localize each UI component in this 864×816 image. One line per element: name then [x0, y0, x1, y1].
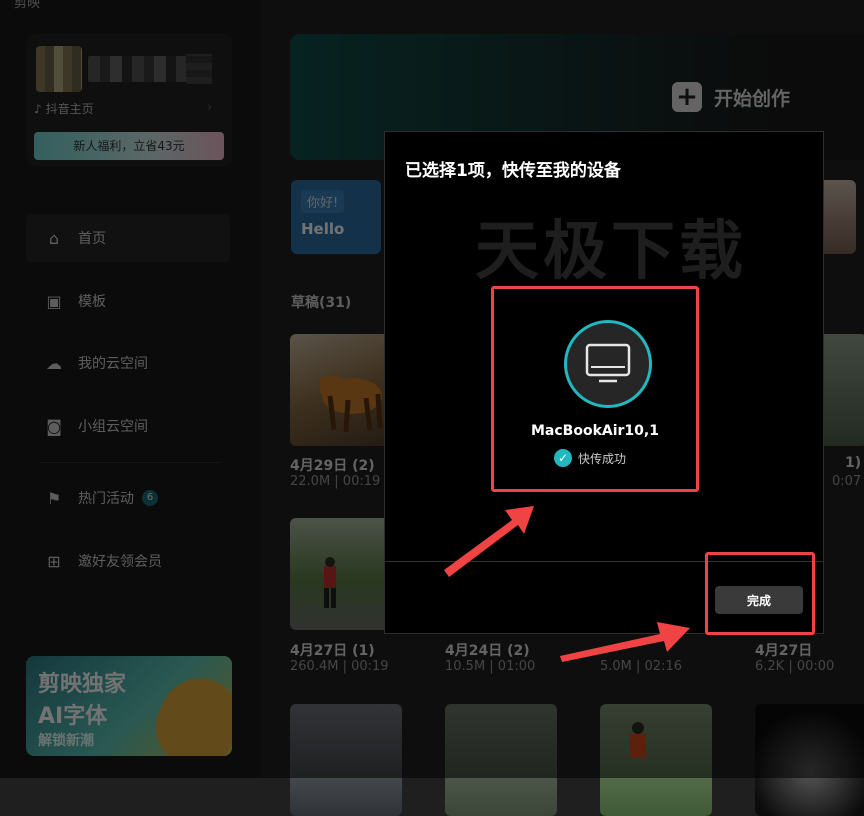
- douyin-homepage-link[interactable]: ♪ 抖音主页: [34, 100, 94, 117]
- start-create-label: 开始创作: [714, 87, 791, 110]
- tutorial-tag: 你好!: [301, 190, 345, 213]
- draft-thumbnail[interactable]: [600, 704, 712, 816]
- sidebar-item-events[interactable]: ⚑ 热门活动 6: [26, 474, 230, 522]
- check-icon: ✓: [554, 449, 572, 467]
- banner-line1: 剪映独家: [38, 672, 127, 697]
- draft-thumbnail[interactable]: [755, 704, 864, 816]
- sidebar-item-invite[interactable]: ⊞ 邀好友领会员: [26, 537, 230, 585]
- username-blurred: [88, 56, 198, 82]
- draft-info: 22.0M | 00:19: [290, 474, 381, 489]
- sidebar-item-team-cloud[interactable]: ◙ 小组云空间: [26, 402, 230, 450]
- watermark: 天极下载: [475, 215, 747, 289]
- sidebar-item-label: 热门活动: [78, 491, 134, 507]
- promo-button[interactable]: 新人福利，立省43元: [34, 132, 224, 160]
- app-title: 剪映: [14, 0, 41, 11]
- draft-info: 0:07: [832, 474, 862, 489]
- start-create-button[interactable]: + 开始创作: [672, 82, 790, 112]
- profile-extra-blurred: [186, 54, 212, 84]
- cloud-icon: ☁: [46, 353, 62, 373]
- dialog-title: 已选择1项，快传至我的设备: [405, 161, 621, 181]
- draft-thumbnail[interactable]: [290, 704, 402, 816]
- transfer-status-label: 快传成功: [578, 451, 627, 466]
- draft-thumbnail[interactable]: [445, 704, 557, 816]
- chevron-right-icon[interactable]: ›: [207, 100, 212, 114]
- sidebar-item-label: 我的云空间: [78, 356, 148, 372]
- team-icon: ◙: [46, 416, 62, 436]
- laptop-icon: [585, 343, 631, 383]
- quick-transfer-dialog: 已选择1项，快传至我的设备 天极下载 MacBookAir10,1 ✓ 快传成功…: [384, 131, 824, 635]
- douyin-icon: ♪: [34, 101, 42, 116]
- sidebar-item-label: 邀好友领会员: [78, 554, 162, 570]
- sidebar: 剪映 ♪ 抖音主页 › 新人福利，立省43元 ⌂ 首页 ▣ 模板 ☁ 我的云空间…: [0, 0, 262, 778]
- banner-line3: 解锁新潮: [38, 733, 94, 749]
- device-highlight-frame: MacBookAir10,1 ✓ 快传成功: [491, 286, 699, 492]
- done-button[interactable]: 完成: [715, 586, 803, 614]
- gift-icon: ⊞: [47, 551, 61, 571]
- tutorial-text: Hello: [301, 220, 345, 238]
- sidebar-item-label: 小组云空间: [78, 419, 148, 435]
- tutorial-card[interactable]: 你好! Hello: [291, 180, 381, 254]
- banner-line2: AI字体: [38, 704, 108, 729]
- draft-date: 4月24日 (2): [445, 643, 530, 659]
- sidebar-item-cloud[interactable]: ☁ 我的云空间: [26, 339, 230, 387]
- sidebar-item-templates[interactable]: ▣ 模板: [26, 277, 230, 325]
- sidebar-item-label: 首页: [78, 231, 106, 247]
- runner-image: [630, 722, 646, 758]
- avatar[interactable]: [36, 46, 82, 92]
- sidebar-item-home[interactable]: ⌂ 首页: [26, 214, 230, 262]
- draft-date: 1): [845, 455, 862, 471]
- banner-decoration: [142, 665, 232, 756]
- plus-icon: +: [672, 82, 702, 112]
- draft-info: 6.2K | 00:00: [755, 659, 835, 674]
- drafts-title: 草稿(31): [291, 295, 352, 311]
- douyin-link-label: 抖音主页: [45, 102, 94, 116]
- flag-icon: ⚑: [46, 488, 62, 508]
- draft-info: 5.0M | 02:16: [600, 659, 682, 674]
- device-card[interactable]: [564, 320, 652, 408]
- home-icon: ⌂: [48, 228, 60, 248]
- draft-date: 4月27日 (1): [290, 643, 375, 659]
- sidebar-item-label: 模板: [78, 294, 106, 310]
- ai-font-banner[interactable]: 剪映独家 AI字体 解锁新潮: [26, 656, 232, 756]
- template-icon: ▣: [46, 291, 62, 311]
- draft-date: 4月27日: [755, 643, 813, 659]
- draft-date: 4月29日 (2): [290, 458, 375, 474]
- transfer-status: ✓ 快传成功: [554, 449, 626, 467]
- draft-info: 260.4M | 00:19: [290, 659, 389, 674]
- device-name: MacBookAir10,1: [531, 423, 659, 439]
- draft-info: 10.5M | 01:00: [445, 659, 536, 674]
- divider: [40, 462, 220, 463]
- events-count-badge: 6: [142, 490, 158, 506]
- profile-card[interactable]: ♪ 抖音主页 › 新人福利，立省43元: [26, 34, 232, 166]
